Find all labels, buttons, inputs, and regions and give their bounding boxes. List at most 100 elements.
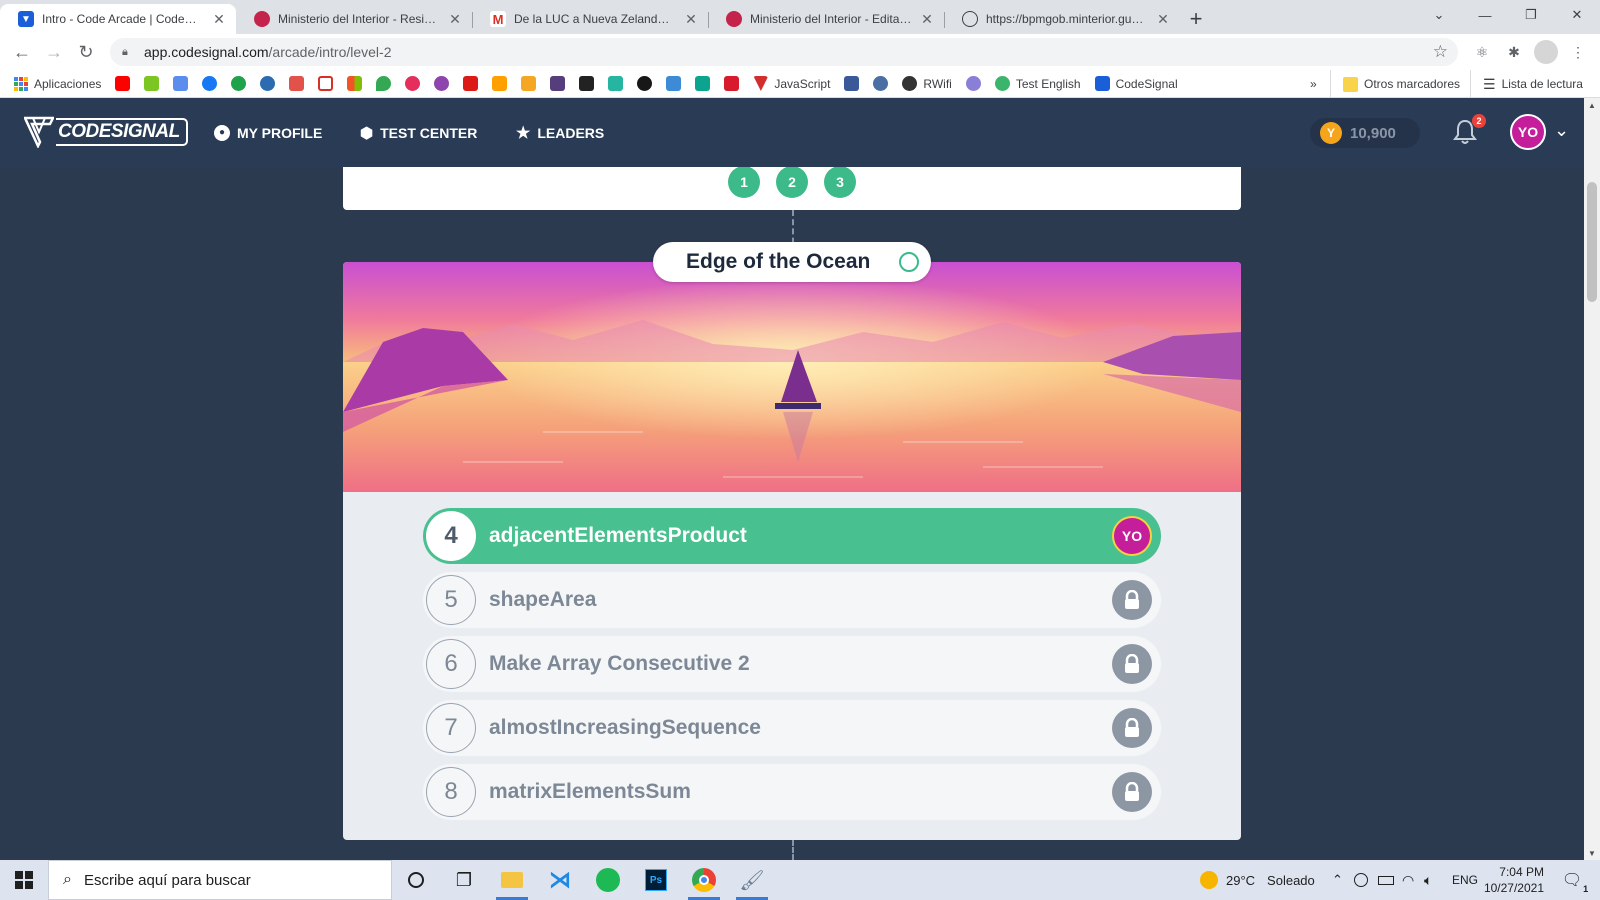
page-scrollbar[interactable]: ▲ ▼ [1584, 98, 1600, 860]
tab-search-icon[interactable]: ⌄ [1416, 0, 1462, 30]
angular-icon[interactable] [463, 76, 479, 91]
close-icon[interactable]: ✕ [212, 11, 226, 28]
task-row-8[interactable]: 8 matrixElementsSum [423, 764, 1161, 820]
tab-ministerio-edita[interactable]: Ministerio del Interior - Edita tu s ✕ [708, 4, 944, 34]
bookmark-network-icon[interactable] [965, 76, 981, 91]
lock-icon [1112, 772, 1152, 812]
nav-leaders[interactable]: ★ LEADERS [516, 98, 604, 167]
gmail-icon[interactable] [318, 76, 334, 91]
chevron-down-icon[interactable]: ⌄ [1554, 120, 1569, 141]
react-devtools-icon[interactable]: ⚛ [1470, 40, 1494, 64]
bookmark-purple-icon[interactable] [434, 76, 450, 91]
codepen-icon[interactable] [579, 76, 595, 91]
vscode-icon[interactable]: ⋊ [536, 860, 584, 900]
back-button[interactable]: ← [6, 36, 38, 68]
level-dot-1[interactable]: 1 [728, 167, 760, 198]
speedometer-icon[interactable] [289, 76, 305, 91]
notifications-button[interactable]: 2 [1452, 114, 1486, 148]
coin-balance[interactable]: Y 10,900 [1310, 118, 1420, 148]
show-hidden-icons-button[interactable]: ⌃ [1332, 860, 1343, 900]
reading-list-button[interactable]: ☰ Lista de lectura [1470, 70, 1583, 98]
bookmarks-overflow-button[interactable]: » [1310, 70, 1317, 98]
bookmark-javascript[interactable]: JavaScript [753, 76, 830, 91]
task-row-7[interactable]: 7 almostIncreasingSequence [423, 700, 1161, 756]
bookmark-s-icon[interactable] [608, 76, 624, 91]
scroll-up-icon[interactable]: ▲ [1584, 98, 1600, 112]
tab-codesignal[interactable]: ▼ Intro - Code Arcade | CodeSignal ✕ [0, 4, 236, 34]
bookmark-gear-icon[interactable] [873, 76, 889, 91]
weather-widget[interactable]: 29°C Soleado [1200, 860, 1315, 900]
avatar[interactable]: YO [1510, 114, 1546, 150]
volume-icon[interactable]: 🔈︎ [1424, 860, 1432, 900]
tab-bpmgob[interactable]: https://bpmgob.minterior.gub.uy ✕ [944, 4, 1180, 34]
bookmark-chart-icon[interactable] [844, 76, 860, 91]
spotify-icon[interactable] [584, 860, 632, 900]
bookmark-pink-icon[interactable] [405, 76, 421, 91]
profile-icon[interactable] [1534, 40, 1558, 64]
level-dot-3[interactable]: 3 [824, 167, 856, 198]
photoshop-icon[interactable]: Ps [632, 860, 680, 900]
cortana-icon[interactable] [392, 860, 440, 900]
bookmark-red-icon[interactable] [724, 76, 740, 91]
codesignal-logo[interactable]: CODESIGNAL [24, 116, 188, 148]
scrollbar-thumb[interactable] [1587, 182, 1597, 302]
task-row-4[interactable]: 4 adjacentElementsProduct YO [423, 508, 1161, 564]
clock[interactable]: 7:04 PM 10/27/2021 [1484, 860, 1544, 900]
taskbar-search-input[interactable]: ⌕ Escribe aquí para buscar [48, 860, 392, 900]
maps-icon[interactable] [376, 76, 392, 91]
bootstrap-icon[interactable] [550, 76, 566, 91]
bookmark-star-icon[interactable]: ☆ [1433, 42, 1448, 62]
close-icon[interactable]: ✕ [448, 11, 462, 28]
battery-icon[interactable] [1378, 860, 1394, 900]
firebase-icon[interactable] [492, 76, 508, 91]
bookmark-teal-icon[interactable] [695, 76, 711, 91]
bookmark-codesignal[interactable]: CodeSignal [1094, 76, 1178, 91]
shield-bookmark-icon[interactable] [521, 76, 537, 91]
meet-now-icon[interactable] [1354, 860, 1368, 900]
tab-gmail[interactable]: M De la LUC a Nueva Zelanda - ykohan ✕ [472, 4, 708, 34]
close-icon[interactable]: ✕ [920, 11, 934, 28]
minimize-button[interactable]: — [1462, 0, 1508, 30]
action-center-button[interactable]: 🗨︎ 1 [1556, 860, 1589, 900]
restore-button[interactable]: ❐ [1508, 0, 1554, 30]
extensions-icon[interactable]: ✱ [1502, 40, 1526, 64]
bookmark-green-icon[interactable] [231, 76, 247, 91]
nav-test-center[interactable]: ⬢ TEST CENTER [360, 98, 477, 167]
file-explorer-icon[interactable] [488, 860, 536, 900]
level-dot-2[interactable]: 2 [776, 167, 808, 198]
tab-ministerio-residencia[interactable]: Ministerio del Interior - Residencia ✕ [236, 4, 472, 34]
bookmark-rwifi[interactable]: RWifi [902, 76, 952, 91]
facebook-icon[interactable] [202, 76, 218, 91]
duolingo-icon[interactable] [144, 76, 160, 91]
section-title-pill[interactable]: Edge of the Ocean [653, 242, 931, 282]
nav-my-profile[interactable]: ● MY PROFILE [214, 98, 322, 167]
microsoft-icon[interactable] [347, 76, 363, 91]
paint-icon[interactable]: 🖌︎ [728, 860, 776, 900]
github-icon[interactable] [637, 76, 653, 91]
task-row-6[interactable]: 6 Make Array Consecutive 2 [423, 636, 1161, 692]
close-icon[interactable]: ✕ [1156, 11, 1170, 28]
close-window-button[interactable]: ✕ [1554, 0, 1600, 30]
chevron-up-icon: ⌃ [1332, 872, 1343, 887]
chrome-icon[interactable] [680, 860, 728, 900]
scroll-down-icon[interactable]: ▼ [1584, 846, 1600, 860]
reload-button[interactable]: ↻ [70, 36, 102, 68]
bookmark-other-folder[interactable]: Otros marcadores [1330, 70, 1460, 98]
youtube-icon[interactable] [115, 76, 131, 91]
bookmark-test-english[interactable]: Test English [994, 76, 1081, 91]
forward-button[interactable]: → [38, 36, 70, 68]
bookmark-apps[interactable]: Aplicaciones [14, 76, 101, 91]
new-tab-button[interactable]: + [1180, 4, 1212, 34]
task-row-5[interactable]: 5 shapeArea [423, 572, 1161, 628]
start-button[interactable] [0, 860, 48, 900]
language-indicator[interactable]: ENG [1452, 860, 1478, 900]
bookmark-blue-icon[interactable] [260, 76, 276, 91]
wifi-icon[interactable]: ◠ [1402, 860, 1414, 900]
url-input[interactable]: 🔒︎ app.codesignal.com/arcade/intro/level… [110, 38, 1458, 66]
folder-icon [1343, 76, 1358, 92]
translate-icon[interactable] [173, 76, 189, 91]
menu-icon[interactable]: ⋮ [1566, 40, 1590, 64]
close-icon[interactable]: ✕ [684, 11, 698, 28]
bookmark-people-icon[interactable] [666, 76, 682, 91]
task-view-icon[interactable]: ❐ [440, 860, 488, 900]
